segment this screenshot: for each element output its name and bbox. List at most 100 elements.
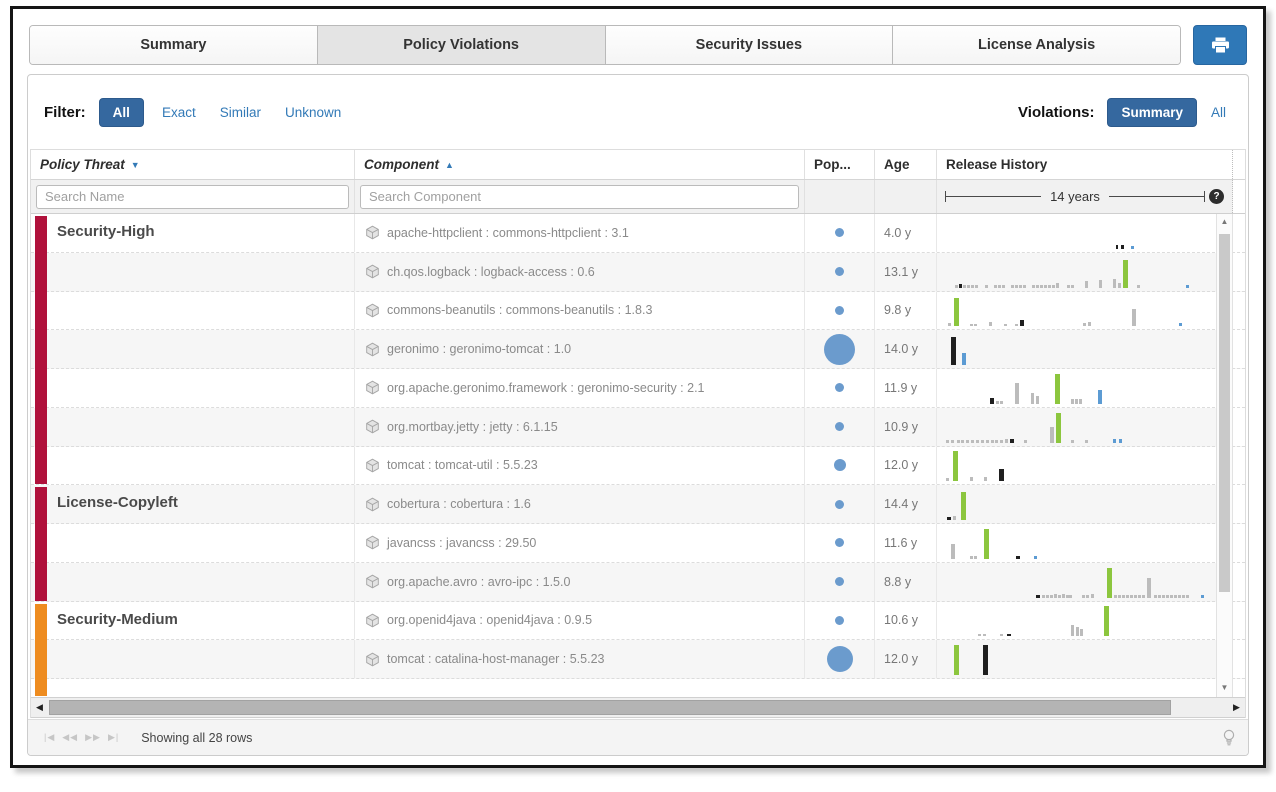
component-row[interactable]: org.apache.avro : avro-ipc : 1.5.08.8 y <box>31 563 1245 602</box>
release-bar <box>974 556 977 558</box>
age-cell: 11.9 y <box>875 369 937 407</box>
release-bar <box>1082 595 1085 597</box>
violations-all-link[interactable]: All <box>1211 105 1226 120</box>
row-gutter <box>1233 330 1245 368</box>
vertical-scrollbar[interactable]: ▲ ▼ <box>1216 214 1233 697</box>
column-header-age[interactable]: Age <box>875 150 937 179</box>
release-bar <box>971 285 974 287</box>
search-component-input[interactable] <box>360 185 799 209</box>
lightbulb-icon[interactable] <box>1222 729 1236 747</box>
component-row[interactable]: javancss : javancss : 29.5011.6 y <box>31 524 1245 563</box>
release-bar <box>1137 285 1140 288</box>
age-cell: 11.6 y <box>875 524 937 562</box>
component-row[interactable]: org.mortbay.jetty : jetty : 6.1.15 10.9 y <box>31 408 1245 447</box>
component-row[interactable]: org.openid4java : openid4java : 0.9.510.… <box>31 602 1245 641</box>
release-bar <box>957 440 960 442</box>
popularity-cell <box>805 408 875 446</box>
release-bar <box>1091 594 1094 597</box>
release-history-chart <box>937 253 1233 291</box>
release-bar <box>1079 399 1082 403</box>
release-bar <box>954 645 959 675</box>
help-icon[interactable]: ? <box>1209 189 1224 204</box>
release-bar <box>1099 280 1102 287</box>
horizontal-scrollbar[interactable]: ◀ ▶ <box>31 697 1245 718</box>
scroll-up-icon[interactable]: ▲ <box>1217 214 1232 230</box>
release-bar <box>951 440 954 442</box>
tab-security-issues[interactable]: Security Issues <box>606 26 894 64</box>
release-bar <box>1044 285 1047 287</box>
last-page-button[interactable]: ▶| <box>108 732 119 743</box>
search-gutter <box>1233 180 1245 213</box>
release-bar <box>1116 245 1118 248</box>
release-history-chart <box>937 640 1233 678</box>
component-row[interactable]: ch.qos.logback : logback-access : 0.6 13.… <box>31 253 1245 292</box>
tab-license-analysis[interactable]: License Analysis <box>893 26 1180 64</box>
row-gutter <box>1233 369 1245 407</box>
component-cell: org.openid4java : openid4java : 0.9.5 <box>355 602 805 640</box>
report-tabbar: Summary Policy Violations Security Issue… <box>29 25 1247 65</box>
column-header-release-history[interactable]: Release History <box>937 150 1233 179</box>
component-cell: org.apache.geronimo.framework : geronimo… <box>355 369 805 407</box>
row-gutter <box>1233 408 1245 446</box>
component-row[interactable]: org.apache.geronimo.framework : geronimo… <box>31 369 1245 408</box>
violations-summary-button[interactable]: Summary <box>1107 98 1197 127</box>
component-row[interactable]: tomcat : catalina-host-manager : 5.5.231… <box>31 640 1245 679</box>
component-label: ch.qos.logback : logback-access : 0.6 <box>387 265 595 279</box>
tab-summary[interactable]: Summary <box>30 26 318 64</box>
release-bar <box>995 440 998 442</box>
age-cell: 8.8 y <box>875 563 937 601</box>
first-page-button[interactable]: |◀ <box>44 732 55 743</box>
component-cell: org.mortbay.jetty : jetty : 6.1.15 <box>355 408 805 446</box>
column-header-component[interactable]: Component ▲ <box>355 150 805 179</box>
release-bar <box>1154 595 1157 597</box>
component-row[interactable]: apache-httpclient : commons-httpclient :… <box>31 214 1245 253</box>
popularity-dot <box>835 538 844 547</box>
age-cell: 10.9 y <box>875 408 937 446</box>
component-label: org.openid4java : openid4java : 0.9.5 <box>387 613 592 627</box>
component-row[interactable]: geronimo : geronimo-tomcat : 1.014.0 y <box>31 330 1245 369</box>
component-label: tomcat : catalina-host-manager : 5.5.23 <box>387 652 604 666</box>
sort-desc-icon: ▼ <box>131 160 140 170</box>
policy-threat-cell <box>31 369 355 407</box>
popularity-cell <box>805 563 875 601</box>
search-age-cell <box>875 180 937 213</box>
release-bar <box>1005 439 1008 443</box>
search-name-input[interactable] <box>36 185 349 209</box>
row-gutter <box>1233 524 1245 562</box>
component-row[interactable]: cobertura : cobertura : 1.614.4 y <box>31 485 1245 524</box>
release-bar <box>1098 390 1102 404</box>
previous-page-button[interactable]: ◀◀ <box>62 732 78 743</box>
scroll-left-icon[interactable]: ◀ <box>31 702 48 713</box>
age-cell: 14.4 y <box>875 485 937 523</box>
column-header-popularity[interactable]: Pop... <box>805 150 875 179</box>
filter-all-button[interactable]: All <box>99 98 144 127</box>
vertical-scrollbar-thumb[interactable] <box>1219 234 1230 592</box>
release-bar <box>1036 396 1039 404</box>
horizontal-scrollbar-track[interactable] <box>48 698 1228 717</box>
component-row[interactable]: commons-beanutils : commons-beanutils : … <box>31 292 1245 331</box>
age-cell: 13.1 y <box>875 253 937 291</box>
timeline-right-tick <box>1204 191 1205 202</box>
horizontal-scrollbar-thumb[interactable] <box>49 700 1171 715</box>
release-bar <box>1000 634 1003 636</box>
release-bar <box>1069 595 1072 597</box>
component-row[interactable]: tomcat : tomcat-util : 5.5.2312.0 y <box>31 447 1245 486</box>
print-button[interactable] <box>1193 25 1247 65</box>
release-bar <box>985 285 988 287</box>
popularity-cell <box>805 640 875 678</box>
filter-similar-link[interactable]: Similar <box>220 105 261 120</box>
tab-policy-violations[interactable]: Policy Violations <box>318 26 606 64</box>
policy-threat-cell <box>31 292 355 330</box>
release-bar <box>962 353 966 365</box>
policy-threat-group-label: License-Copyleft <box>57 494 178 511</box>
scroll-down-icon[interactable]: ▼ <box>1217 680 1232 696</box>
row-gutter <box>1233 253 1245 291</box>
scroll-right-icon[interactable]: ▶ <box>1228 702 1245 713</box>
filter-exact-link[interactable]: Exact <box>162 105 196 120</box>
filter-unknown-link[interactable]: Unknown <box>285 105 341 120</box>
column-header-policy-threat[interactable]: Policy Threat ▼ <box>31 150 355 179</box>
release-bar <box>1050 595 1053 597</box>
release-bar <box>1015 383 1019 404</box>
release-bar <box>961 440 964 442</box>
next-page-button[interactable]: ▶▶ <box>85 732 101 743</box>
